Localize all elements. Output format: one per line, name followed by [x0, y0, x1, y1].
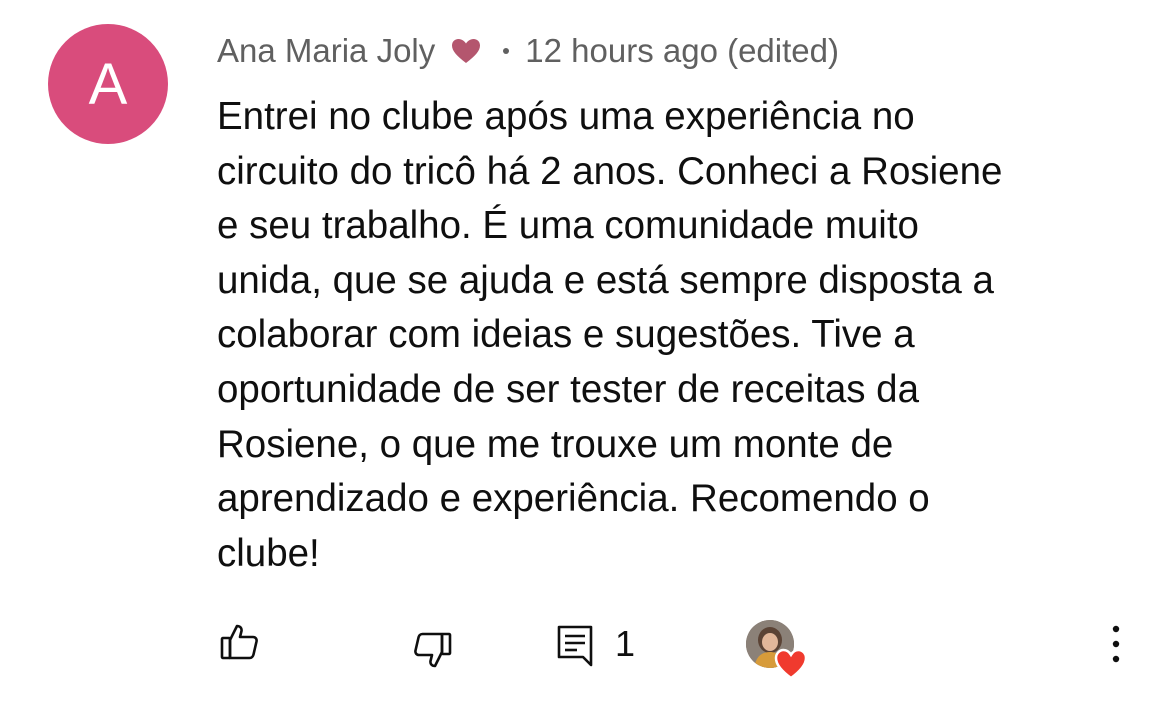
comment-icon [557, 625, 593, 667]
timestamp: 12 hours ago (edited) [525, 32, 839, 69]
creator-heart [746, 620, 810, 684]
heart-icon [449, 36, 483, 66]
reply-button[interactable] [553, 622, 597, 670]
author-name[interactable]: Ana Maria Joly [217, 32, 435, 70]
comment-header: Ana Maria Joly 12 hours ago (edited) [217, 28, 839, 74]
reply-count[interactable]: 1 [615, 620, 635, 668]
like-button[interactable] [215, 618, 263, 666]
dislike-button[interactable] [409, 626, 457, 674]
thumbs-down-icon [414, 632, 452, 668]
separator-dot [503, 48, 510, 54]
comment-text: Entrei no clube após uma experiência no … [217, 95, 1003, 575]
creator-heart-icon [774, 648, 808, 680]
more-options-button[interactable] [1096, 620, 1136, 668]
avatar[interactable]: A [48, 24, 168, 144]
avatar-initial: A [88, 51, 128, 117]
more-vertical-icon [1112, 625, 1120, 663]
thumbs-up-icon [220, 624, 258, 660]
